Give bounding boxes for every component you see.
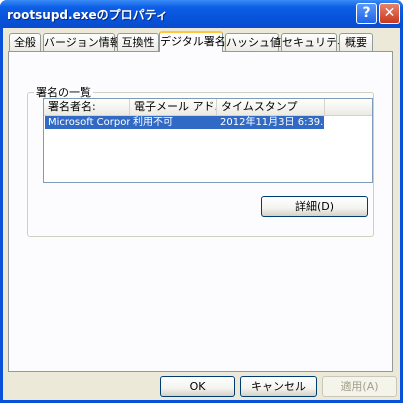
column-email[interactable]: 電子メール アド...	[130, 99, 217, 115]
tab-compatibility[interactable]: 互換性	[117, 33, 159, 51]
tab-label: 互換性	[121, 36, 155, 49]
close-button[interactable]: ✕	[379, 3, 400, 24]
column-signer[interactable]: 署名者名:	[44, 99, 130, 115]
tab-digital-signatures[interactable]: デジタル署名	[159, 31, 226, 52]
tab-label: バージョン情報	[44, 36, 121, 49]
title-bar[interactable]: rootsupd.exeのプロパティ ? ✕	[0, 0, 403, 28]
tab-label: 概要	[345, 36, 367, 49]
help-button[interactable]: ?	[356, 3, 377, 24]
tab-security[interactable]: セキュリティ	[281, 33, 347, 51]
tab-version[interactable]: バージョン情報	[43, 33, 121, 51]
window-title: rootsupd.exeのプロパティ	[7, 8, 168, 22]
column-label: タイムスタンプ	[221, 100, 298, 113]
tab-label: ハッシュ値	[226, 36, 281, 49]
cell-email: 利用不可	[133, 117, 173, 128]
column-timestamp[interactable]: タイムスタンプ	[217, 99, 325, 115]
cell-signer: Microsoft Corpor...	[48, 117, 130, 128]
tab-label: セキュリティ	[282, 36, 348, 49]
close-icon: ✕	[383, 5, 396, 21]
cancel-button[interactable]: キャンセル	[240, 376, 317, 397]
cell-timestamp: 2012年11月3日 6:39...	[220, 117, 324, 128]
list-header: 署名者名: 電子メール アド... タイムスタンプ	[44, 99, 372, 116]
help-icon: ?	[362, 5, 371, 21]
properties-window: rootsupd.exeのプロパティ ? ✕ 全般 バージョン情報 互換性 デジ…	[0, 0, 403, 403]
tab-panel: 署名の一覧 署名者名: 電子メール アド... タイムスタンプ Microsof…	[8, 51, 393, 372]
ok-button[interactable]: OK	[160, 376, 235, 397]
tab-hashes[interactable]: ハッシュ値	[225, 33, 281, 51]
tab-general[interactable]: 全般	[9, 33, 41, 51]
column-label: 署名者名:	[48, 100, 96, 113]
details-button[interactable]: 詳細(D)	[261, 196, 368, 217]
column-label: 電子メール アド...	[134, 100, 217, 113]
tab-label: 全般	[14, 36, 36, 49]
tab-summary[interactable]: 概要	[339, 33, 373, 51]
dialog-body: 全般 バージョン情報 互換性 デジタル署名 ハッシュ値 セキュリティ 概要 署名…	[3, 28, 400, 400]
table-row[interactable]: Microsoft Corpor... 利用不可 2012年11月3日 6:39…	[45, 116, 324, 129]
apply-button: 適用(A)	[322, 376, 397, 397]
tab-label: デジタル署名	[160, 35, 226, 48]
signature-list[interactable]: 署名者名: 電子メール アド... タイムスタンプ Microsoft Corp…	[43, 98, 373, 183]
